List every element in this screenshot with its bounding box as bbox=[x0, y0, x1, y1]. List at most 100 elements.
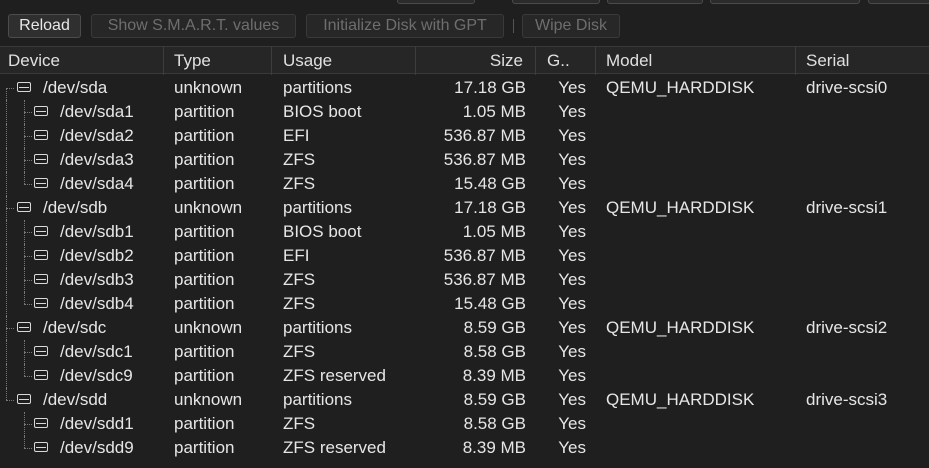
top-strip bbox=[0, 0, 929, 4]
top-button-fragment[interactable] bbox=[512, 0, 600, 4]
reload-button[interactable]: Reload bbox=[8, 14, 81, 38]
usage-cell: ZFS bbox=[283, 150, 316, 169]
column-header-serial[interactable]: Serial bbox=[796, 47, 929, 75]
hard-disk-icon bbox=[34, 274, 48, 284]
usage-cell: ZFS bbox=[283, 414, 316, 433]
disk-row[interactable]: /dev/sdc unknown partitions 8.59 GB Yes QEMU_… bbox=[0, 316, 929, 340]
gpt-cell: Yes bbox=[558, 318, 586, 337]
model-cell bbox=[606, 340, 796, 364]
top-button-fragment[interactable] bbox=[868, 0, 929, 4]
serial-cell: drive-scsi2 bbox=[806, 318, 888, 337]
usage-cell: ZFS bbox=[283, 342, 316, 361]
device-cell: /dev/sda2 bbox=[60, 126, 134, 145]
top-button-fragment[interactable] bbox=[397, 0, 475, 4]
device-cell: /dev/sdd bbox=[43, 390, 108, 409]
gpt-cell: Yes bbox=[558, 150, 586, 169]
hard-disk-icon bbox=[34, 370, 48, 380]
hard-disk-icon bbox=[34, 178, 48, 188]
disk-row[interactable]: /dev/sdd unknown partitions 8.59 GB Yes QEMU_… bbox=[0, 388, 929, 412]
hard-disk-icon bbox=[17, 322, 31, 332]
initialize-gpt-button[interactable]: Initialize Disk with GPT bbox=[306, 14, 504, 38]
type-cell: partition bbox=[174, 102, 235, 121]
usage-cell: ZFS bbox=[283, 174, 316, 193]
type-cell: partition bbox=[174, 414, 235, 433]
usage-cell: partitions bbox=[283, 390, 352, 409]
type-cell: partition bbox=[174, 294, 235, 313]
serial-cell bbox=[806, 148, 929, 172]
type-cell: unknown bbox=[174, 318, 243, 337]
gpt-cell: Yes bbox=[558, 78, 586, 97]
model-cell bbox=[606, 124, 796, 148]
model-cell bbox=[606, 436, 796, 460]
serial-cell bbox=[806, 412, 929, 436]
usage-cell: ZFS reserved bbox=[283, 366, 386, 385]
partition-row[interactable]: /dev/sdc1 partition ZFS 8.58 GB Yes bbox=[0, 340, 929, 364]
partition-row[interactable]: /dev/sda4 partition ZFS 15.48 GB Yes bbox=[0, 172, 929, 196]
column-header-usage[interactable]: Usage bbox=[272, 47, 416, 75]
type-cell: partition bbox=[174, 174, 235, 193]
column-header-gpt[interactable]: G.. bbox=[536, 47, 596, 75]
partition-row[interactable]: /dev/sdc9 partition ZFS reserved 8.39 MB Yes bbox=[0, 364, 929, 388]
serial-cell bbox=[806, 124, 929, 148]
device-cell: /dev/sdc1 bbox=[60, 342, 133, 361]
model-cell bbox=[606, 412, 796, 436]
top-button-fragment[interactable] bbox=[607, 0, 703, 4]
size-cell: 536.87 MB bbox=[443, 270, 526, 289]
column-header-model[interactable]: Model bbox=[596, 47, 796, 75]
partition-row[interactable]: /dev/sdd9 partition ZFS reserved 8.39 MB Yes bbox=[0, 436, 929, 460]
hard-disk-icon bbox=[34, 298, 48, 308]
serial-cell: drive-scsi3 bbox=[806, 390, 888, 409]
gpt-cell: Yes bbox=[558, 390, 586, 409]
gpt-cell: Yes bbox=[558, 222, 586, 241]
size-cell: 536.87 MB bbox=[443, 126, 526, 145]
hard-disk-icon bbox=[17, 202, 31, 212]
gpt-cell: Yes bbox=[558, 294, 586, 313]
usage-cell: partitions bbox=[283, 318, 352, 337]
disk-row[interactable]: /dev/sdb unknown partitions 17.18 GB Yes QEMU… bbox=[0, 196, 929, 220]
top-button-fragment[interactable] bbox=[710, 0, 860, 4]
partition-row[interactable]: /dev/sdb4 partition ZFS 15.48 GB Yes bbox=[0, 292, 929, 316]
size-cell: 17.18 GB bbox=[454, 78, 526, 97]
device-cell: /dev/sda1 bbox=[60, 102, 134, 121]
disk-row[interactable]: /dev/sda unknown partitions 17.18 GB Yes QEMU… bbox=[0, 76, 929, 100]
model-cell bbox=[606, 244, 796, 268]
device-cell: /dev/sdc9 bbox=[60, 366, 133, 385]
hard-disk-icon bbox=[34, 250, 48, 260]
partition-row[interactable]: /dev/sda3 partition ZFS 536.87 MB Yes bbox=[0, 148, 929, 172]
gpt-cell: Yes bbox=[558, 270, 586, 289]
partition-row[interactable]: /dev/sdb1 partition BIOS boot 1.05 MB Yes bbox=[0, 220, 929, 244]
partition-row[interactable]: /dev/sdd1 partition ZFS 8.58 GB Yes bbox=[0, 412, 929, 436]
size-cell: 15.48 GB bbox=[454, 294, 526, 313]
column-header-type[interactable]: Type bbox=[164, 47, 272, 75]
type-cell: partition bbox=[174, 126, 235, 145]
model-cell bbox=[606, 220, 796, 244]
serial-cell bbox=[806, 244, 929, 268]
partition-row[interactable]: /dev/sda2 partition EFI 536.87 MB Yes bbox=[0, 124, 929, 148]
usage-cell: partitions bbox=[283, 78, 352, 97]
gpt-cell: Yes bbox=[558, 174, 586, 193]
gpt-cell: Yes bbox=[558, 198, 586, 217]
type-cell: partition bbox=[174, 366, 235, 385]
model-cell: QEMU_HARDDISK bbox=[606, 390, 755, 409]
column-header-size[interactable]: Size bbox=[416, 47, 536, 75]
usage-cell: ZFS reserved bbox=[283, 438, 386, 457]
model-cell bbox=[606, 292, 796, 316]
size-cell: 536.87 MB bbox=[443, 150, 526, 169]
size-cell: 17.18 GB bbox=[454, 198, 526, 217]
gpt-cell: Yes bbox=[558, 366, 586, 385]
device-cell: /dev/sdb bbox=[43, 198, 108, 217]
size-cell: 1.05 MB bbox=[462, 222, 526, 241]
model-cell: QEMU_HARDDISK bbox=[606, 318, 755, 337]
toolbar-separator bbox=[513, 19, 514, 33]
wipe-disk-button[interactable]: Wipe Disk bbox=[522, 14, 620, 38]
hard-disk-icon bbox=[34, 442, 48, 452]
partition-row[interactable]: /dev/sdb2 partition EFI 536.87 MB Yes bbox=[0, 244, 929, 268]
partition-row[interactable]: /dev/sda1 partition BIOS boot 1.05 MB Yes bbox=[0, 100, 929, 124]
column-header-device[interactable]: Device bbox=[0, 47, 164, 75]
size-cell: 8.58 GB bbox=[463, 414, 526, 433]
model-cell bbox=[606, 268, 796, 292]
size-cell: 8.39 MB bbox=[462, 366, 526, 385]
show-smart-button[interactable]: Show S.M.A.R.T. values bbox=[91, 14, 296, 38]
partition-row[interactable]: /dev/sdb3 partition ZFS 536.87 MB Yes bbox=[0, 268, 929, 292]
hard-disk-icon bbox=[17, 82, 31, 92]
